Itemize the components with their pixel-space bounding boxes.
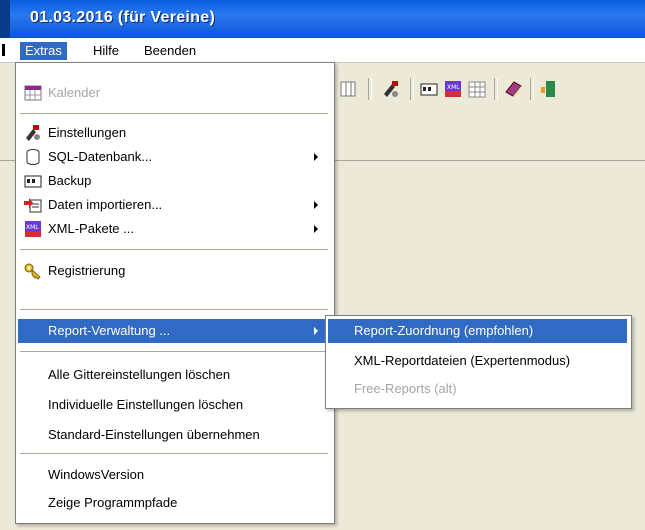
key-icon <box>24 262 42 280</box>
toolbar-separator <box>494 78 498 100</box>
menu-item-einstellungen[interactable]: Einstellungen <box>18 121 330 145</box>
submenu-arrow-icon <box>314 225 318 233</box>
calendar-icon[interactable] <box>466 78 488 100</box>
submenu-arrow-icon <box>314 327 318 335</box>
xml-icon[interactable]: XML <box>442 78 464 100</box>
submenu-item-label: Report-Zuordnung (empfohlen) <box>354 323 534 338</box>
calendar-icon <box>24 84 42 102</box>
menu-separator <box>20 453 328 454</box>
menu-item-label: Individuelle Einstellungen löschen <box>48 397 244 412</box>
menu-bar-edge <box>2 44 5 56</box>
menu-item-programmpfade[interactable]: Zeige Programmpfade <box>18 491 330 515</box>
menu-item-windowsversion[interactable]: WindowsVersion <box>18 463 330 487</box>
menu-item-label: Einstellungen <box>48 125 127 140</box>
menu-item-label: Alle Gittereinstellungen löschen <box>48 367 231 382</box>
submenu-item-free-reports[interactable]: Free-Reports (alt) <box>328 377 627 401</box>
menu-item-label: WindowsVersion <box>48 467 145 482</box>
extras-menu: Kalender Einstellungen SQL-Datenbank... … <box>15 62 335 524</box>
menu-extras[interactable]: Extras <box>20 42 67 60</box>
submenu-arrow-icon <box>314 201 318 209</box>
toolbar-separator <box>530 78 534 100</box>
menu-item-xml-pakete[interactable]: XML XML-Pakete ... <box>18 217 330 241</box>
menu-item-kalender[interactable]: Kalender <box>18 81 330 105</box>
exit-door-icon[interactable] <box>538 78 560 100</box>
settings-tools-icon[interactable] <box>380 78 402 100</box>
xml-icon: XML <box>24 220 42 238</box>
submenu-item-report-zuordnung[interactable]: Report-Zuordnung (empfohlen) <box>328 319 627 343</box>
menu-item-label: Zeige Programmpfade <box>48 495 178 510</box>
submenu-item-label: Free-Reports (alt) <box>354 381 457 396</box>
menu-separator <box>20 309 328 310</box>
submenu-item-label: XML-Reportdateien (Expertenmodus) <box>354 353 571 368</box>
tools-icon <box>24 124 42 142</box>
svg-text:XML: XML <box>447 84 460 91</box>
menu-item-label: Backup <box>48 173 92 188</box>
menu-beenden[interactable]: Beenden <box>139 42 201 60</box>
menu-separator <box>20 249 328 250</box>
title-bar-edge <box>0 0 10 38</box>
backup-icon <box>24 172 42 190</box>
grid-icon[interactable] <box>338 78 360 100</box>
svg-text:XML: XML <box>26 224 39 231</box>
menu-bar: Extras Hilfe Beenden <box>0 38 645 63</box>
menu-item-gitter-loeschen[interactable]: Alle Gittereinstellungen löschen <box>18 363 330 387</box>
report-verwaltung-submenu: Report-Zuordnung (empfohlen) XML-Reportd… <box>325 315 632 409</box>
menu-item-label: Report-Verwaltung ... <box>48 323 171 338</box>
menu-item-label: Standard-Einstellungen übernehmen <box>48 427 260 442</box>
menu-item-label: XML-Pakete ... <box>48 221 134 236</box>
menu-item-registrierung[interactable]: Registrierung <box>18 259 330 283</box>
menu-item-label: Kalender <box>48 85 101 100</box>
menu-item-individuelle-loeschen[interactable]: Individuelle Einstellungen löschen <box>18 393 330 417</box>
toolbar-separator <box>410 78 414 100</box>
window-title: 01.03.2016 (für Vereine) <box>30 9 216 26</box>
menu-item-sql-datenbank[interactable]: SQL-Datenbank... <box>18 145 330 169</box>
import-icon <box>24 196 42 214</box>
menu-separator <box>20 351 328 352</box>
menu-item-standard-uebernehmen[interactable]: Standard-Einstellungen übernehmen <box>18 423 330 447</box>
submenu-arrow-icon <box>314 153 318 161</box>
menu-item-report-verwaltung[interactable]: Report-Verwaltung ... <box>18 319 330 343</box>
menu-item-label: SQL-Datenbank... <box>48 149 153 164</box>
menu-item-label: Daten importieren... <box>48 197 163 212</box>
menu-hilfe[interactable]: Hilfe <box>88 42 124 60</box>
menu-item-daten-importieren[interactable]: Daten importieren... <box>18 193 330 217</box>
title-bar: 01.03.2016 (für Vereine) <box>0 0 645 39</box>
submenu-item-xml-reportdateien[interactable]: XML-Reportdateien (Expertenmodus) <box>328 349 627 373</box>
menu-separator <box>20 113 328 114</box>
backup-icon[interactable] <box>418 78 440 100</box>
database-icon <box>24 148 42 166</box>
menu-item-backup[interactable]: Backup <box>18 169 330 193</box>
book-icon[interactable] <box>502 78 524 100</box>
toolbar-separator <box>368 78 372 100</box>
menu-item-label: Registrierung <box>48 263 126 278</box>
